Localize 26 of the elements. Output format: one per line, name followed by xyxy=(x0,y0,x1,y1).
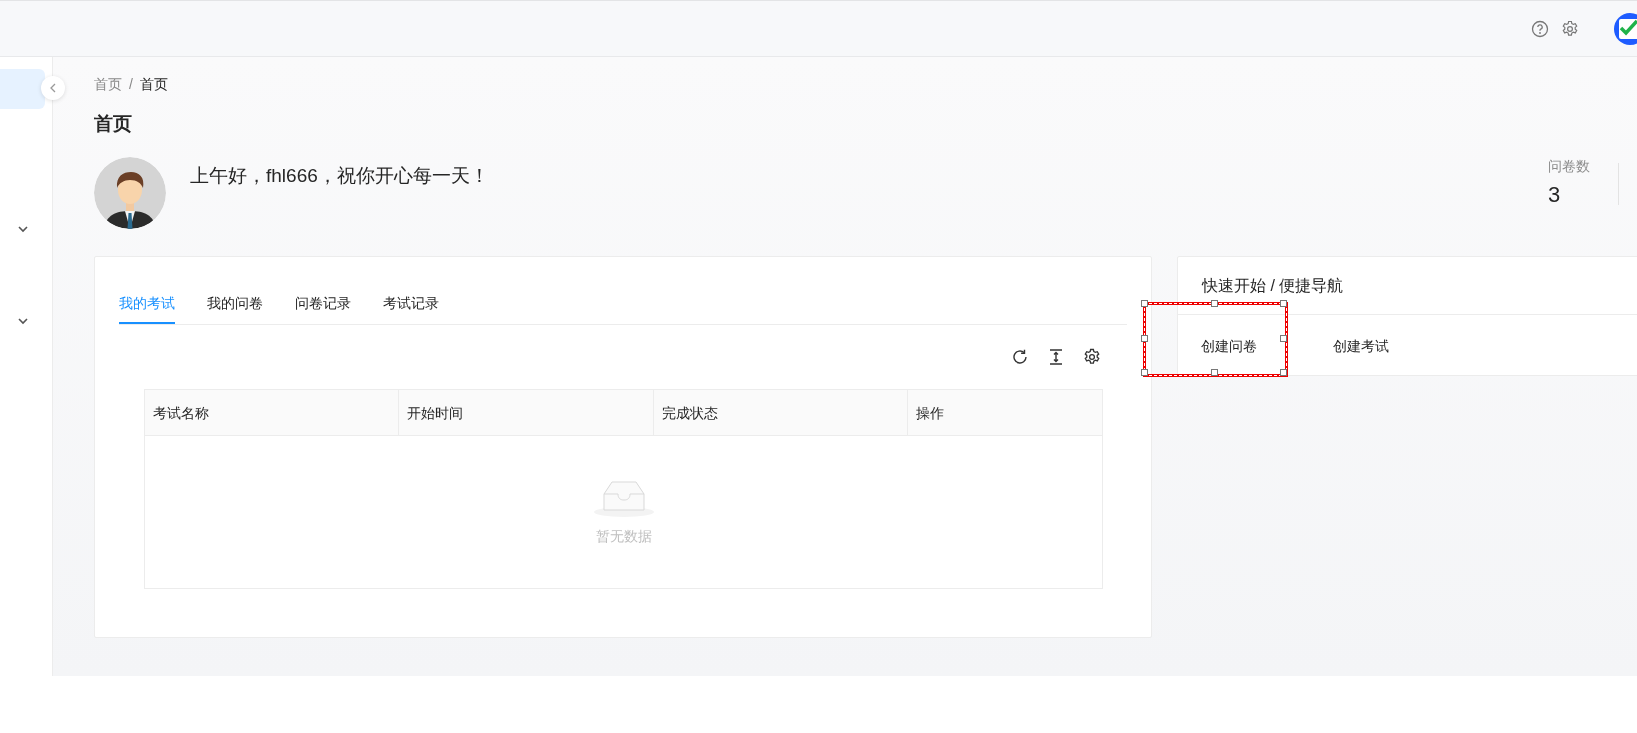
greeting-text: 上午好，fhl666，祝你开心每一天！ xyxy=(190,165,489,186)
stat-value: 3 xyxy=(1548,181,1562,209)
refresh-icon[interactable] xyxy=(1011,348,1029,366)
chevron-down-icon[interactable] xyxy=(17,317,28,325)
card-title: 快速开始 / 便捷导航 xyxy=(1202,277,1344,294)
chevron-left-icon xyxy=(49,83,57,93)
column-header: 考试名称 xyxy=(145,390,399,435)
empty-text: 暂无数据 xyxy=(595,526,652,546)
tab[interactable]: 考试记录 xyxy=(383,283,439,324)
breadcrumb-item: 首页 xyxy=(139,75,168,94)
row-height-icon[interactable] xyxy=(1047,348,1065,366)
breadcrumb-item[interactable]: 首页 xyxy=(94,73,122,95)
tab[interactable]: 问卷记录 xyxy=(295,283,351,324)
nav-link[interactable]: 创建问卷 xyxy=(1201,335,1257,357)
check-logo-icon[interactable] xyxy=(1613,11,1637,46)
column-header: 完成状态 xyxy=(654,390,908,435)
page-title: 首页 xyxy=(94,112,133,136)
stat-label: 问卷数 xyxy=(1548,157,1591,175)
tab[interactable]: 我的问卷 xyxy=(207,283,263,324)
column-header: 操作 xyxy=(915,404,945,423)
column-header: 开始时间 xyxy=(399,390,654,435)
help-icon[interactable] xyxy=(1531,19,1549,38)
chevron-down-icon[interactable] xyxy=(17,225,28,233)
breadcrumb-separator: / xyxy=(129,75,133,94)
settings-icon[interactable] xyxy=(1083,348,1101,366)
nav-link[interactable]: 创建考试 xyxy=(1333,335,1389,357)
